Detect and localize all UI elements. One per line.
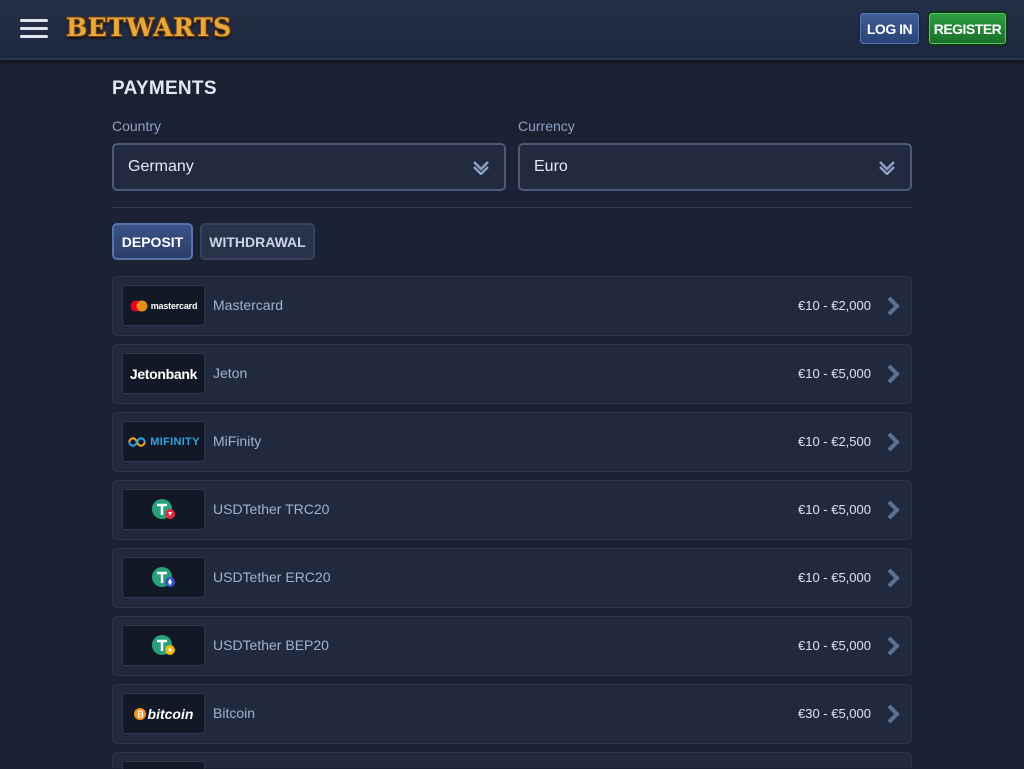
jeton-logo: Jetonbank (122, 353, 205, 394)
chevron-right-icon (887, 636, 900, 656)
chevron-down-icon (879, 161, 895, 175)
chevron-right-icon (887, 364, 900, 384)
mastercard-logo: mastercard (122, 285, 205, 326)
bitcoin-logo-text: bitcoin (147, 705, 194, 722)
tether-bep20-icon (151, 634, 175, 655)
bitcoin-logo: bitcoin (122, 693, 205, 734)
currency-label: Currency (518, 118, 575, 134)
method-name: USDTether ERC20 (213, 569, 331, 585)
mifinity-logo-text: MIFINITY (150, 435, 200, 448)
bitcoin-coin-icon (133, 707, 146, 720)
menu-icon[interactable] (20, 17, 48, 41)
chevron-right-icon (887, 432, 900, 452)
method-name: Bitcoin (213, 705, 256, 721)
method-range: €30 - €5,000 (797, 706, 871, 721)
payment-row-bitcoin[interactable]: bitcoin Bitcoin €30 - €5,000 (112, 684, 912, 744)
currency-value: Euro (534, 158, 568, 175)
method-name: Jeton (213, 365, 248, 381)
payment-row-jeton[interactable]: Jetonbank Jeton €10 - €5,000 (112, 344, 912, 404)
mifinity-logo: MIFINITY (122, 421, 205, 462)
method-name: USDTether TRC20 (213, 501, 330, 517)
tab-deposit[interactable]: DEPOSIT (112, 223, 193, 260)
mastercard-logo-text: mastercard (150, 300, 198, 311)
country-label: Country (112, 118, 162, 134)
mastercard-circles-icon (130, 300, 148, 311)
payment-row-usdt-erc20[interactable]: USDTether ERC20 €10 - €5,000 (112, 548, 912, 608)
chevron-right-icon (887, 568, 900, 588)
currency-select[interactable]: Euro (518, 143, 912, 191)
divider (112, 207, 912, 208)
payment-row-partial[interactable] (112, 752, 912, 769)
tether-bep20-logo (122, 625, 205, 666)
chevron-right-icon (887, 296, 900, 316)
register-button[interactable]: REGISTER (927, 11, 1008, 46)
method-range: €10 - €5,000 (797, 366, 871, 381)
tether-trc20-logo (122, 489, 205, 530)
method-name: Mastercard (213, 297, 284, 313)
method-range: €10 - €2,000 (797, 298, 871, 313)
mifinity-infinity-icon (128, 436, 147, 447)
login-button[interactable]: LOG IN (858, 11, 921, 46)
method-range: €10 - €5,000 (797, 502, 871, 517)
tether-erc20-logo (122, 557, 205, 598)
top-header: BETWARTS LOG IN REGISTER (0, 0, 1024, 60)
chevron-down-icon (473, 161, 489, 175)
method-name: MiFinity (213, 433, 262, 449)
tab-withdrawal[interactable]: WITHDRAWAL (200, 223, 315, 260)
payment-row-usdt-bep20[interactable]: USDTether BEP20 €10 - €5,000 (112, 616, 912, 676)
tether-trc20-icon (151, 498, 175, 519)
tether-erc20-icon (151, 566, 175, 587)
country-value: Germany (128, 158, 194, 175)
chevron-right-icon (887, 500, 900, 520)
page-title: PAYMENTS (112, 78, 217, 99)
chevron-right-icon (887, 704, 900, 724)
method-range: €10 - €5,000 (797, 570, 871, 585)
method-name: USDTether BEP20 (213, 637, 329, 653)
site-logo[interactable]: BETWARTS (66, 13, 232, 42)
payment-row-mastercard[interactable]: mastercard Mastercard €10 - €2,000 (112, 276, 912, 336)
method-range: €10 - €5,000 (797, 638, 871, 653)
country-select[interactable]: Germany (112, 143, 506, 191)
payment-row-usdt-trc20[interactable]: USDTether TRC20 €10 - €5,000 (112, 480, 912, 540)
jeton-logo-text: Jetonbank (129, 365, 198, 382)
method-range: €10 - €2,500 (797, 434, 871, 449)
payment-row-mifinity[interactable]: MIFINITY MiFinity €10 - €2,500 (112, 412, 912, 472)
